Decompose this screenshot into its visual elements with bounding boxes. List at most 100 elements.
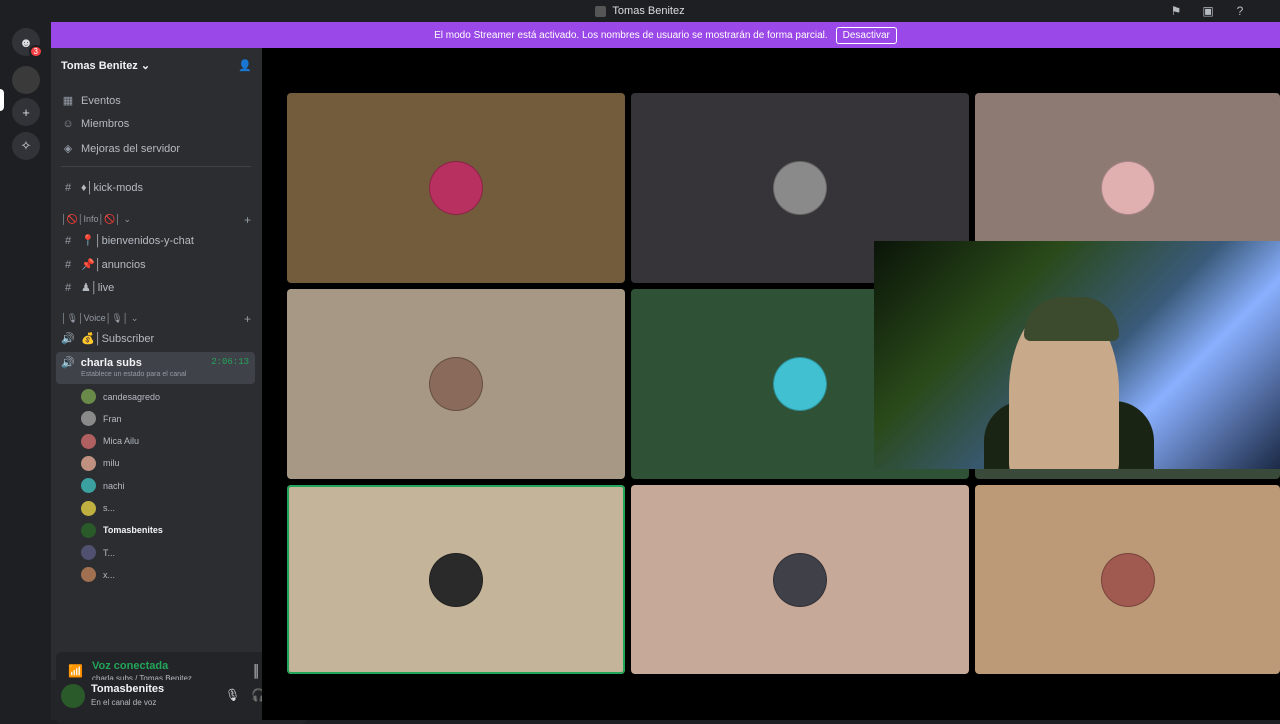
plus-icon: + bbox=[22, 104, 30, 120]
streamer-mode-banner: El modo Streamer está activado. Los nomb… bbox=[51, 22, 1280, 48]
participant-avatar bbox=[1100, 552, 1155, 607]
boost-icon: ◈ bbox=[63, 143, 73, 155]
voice-member[interactable]: candesagredo bbox=[81, 389, 160, 404]
video-tile[interactable] bbox=[287, 93, 625, 283]
category-voice[interactable]: │🎙│Voice│🎙│ ⌄ + bbox=[61, 312, 251, 326]
voice-member[interactable]: s... bbox=[81, 500, 115, 516]
participant-avatar bbox=[429, 357, 483, 411]
home-button[interactable]: ☻ 3 bbox=[12, 28, 43, 58]
screen-share-stream[interactable] bbox=[874, 241, 1280, 469]
inbox-icon[interactable]: ▣ bbox=[1200, 3, 1216, 19]
participant-avatar bbox=[429, 161, 483, 215]
hashtag-icon: # bbox=[64, 234, 72, 247]
avatar bbox=[81, 478, 96, 494]
avatar bbox=[81, 567, 96, 583]
channel-label: 📌│anuncios bbox=[81, 259, 146, 271]
microphone-icon[interactable]: 🎙 bbox=[225, 688, 240, 702]
channel-subscriber[interactable]: 🔊 💰│Subscriber bbox=[61, 332, 154, 345]
avatar bbox=[81, 433, 96, 449]
help-icon[interactable]: ? bbox=[1232, 3, 1248, 19]
member-name: T... bbox=[103, 547, 116, 558]
nav-boosts-label: Mejoras del servidor bbox=[81, 142, 181, 155]
avatar bbox=[81, 411, 96, 427]
video-tile[interactable] bbox=[631, 485, 969, 674]
voice-member[interactable]: Fran bbox=[81, 411, 122, 427]
speaker-icon: 🔊 bbox=[61, 357, 75, 369]
video-tile[interactable] bbox=[975, 485, 1280, 674]
channel-announcements[interactable]: # 📌│anuncios bbox=[61, 258, 146, 272]
voice-member[interactable]: nachi bbox=[81, 478, 125, 494]
video-tile[interactable] bbox=[287, 485, 625, 674]
hashtag-icon: # bbox=[64, 182, 72, 194]
hashtag-icon: # bbox=[64, 258, 72, 271]
add-channel-icon[interactable]: + bbox=[244, 213, 251, 227]
server-icon[interactable] bbox=[12, 66, 40, 94]
category-label: │🎙│Voice│🎙│ bbox=[61, 313, 129, 323]
voice-status-text[interactable]: Establece un estado para el canal bbox=[81, 371, 186, 378]
user-status: En el canal de voz bbox=[91, 698, 157, 707]
user-avatar[interactable] bbox=[61, 684, 85, 708]
avatar bbox=[81, 455, 96, 471]
voice-member[interactable]: milu bbox=[81, 455, 120, 471]
title-bar: Tomas Benitez ⚑ ▣ ? bbox=[0, 0, 1280, 22]
chevron-down-icon: ⌄ bbox=[140, 59, 151, 72]
server-rail: ☻ 3 + ✧ bbox=[0, 22, 51, 720]
nav-events[interactable]: ▦ Eventos bbox=[61, 94, 121, 108]
channel-sidebar: Tomas Benitez ⌄ 👤 ▦ Eventos ☺ Miembros ◈ Me… bbox=[51, 48, 313, 724]
speaker-icon: 🔊 bbox=[61, 333, 75, 345]
flag-icon[interactable]: ⚑ bbox=[1168, 3, 1184, 19]
member-name: Fran bbox=[103, 413, 122, 424]
calendar-icon: ▦ bbox=[62, 95, 74, 107]
category-label: │🚫│Info│🚫│ bbox=[61, 214, 121, 224]
participant-avatar bbox=[1100, 161, 1155, 215]
voice-timer: 2:06:13 bbox=[211, 357, 249, 367]
member-name: x... bbox=[103, 569, 116, 580]
members-icon: ☺ bbox=[62, 118, 74, 130]
nav-members-label: Miembros bbox=[81, 118, 130, 130]
avatar bbox=[81, 500, 96, 516]
divider bbox=[61, 166, 251, 167]
noise-suppression-icon[interactable]: ║ bbox=[252, 664, 261, 678]
voice-channel-active[interactable]: 🔊 charla subs 2:06:13 Establece un estad… bbox=[56, 352, 255, 384]
voice-channel-name: charla subs bbox=[80, 356, 142, 369]
avatar bbox=[81, 389, 96, 404]
member-name: Tomasbenites bbox=[103, 525, 163, 536]
voice-member[interactable]: Mica Ailu bbox=[81, 433, 139, 449]
member-name: milu bbox=[103, 458, 120, 469]
notification-badge: 3 bbox=[28, 45, 43, 58]
member-name: candesagredo bbox=[103, 391, 161, 402]
add-server-button[interactable]: + bbox=[12, 98, 40, 126]
channel-live[interactable]: # ♟│live bbox=[61, 281, 114, 295]
participant-avatar bbox=[429, 552, 483, 607]
selected-server-pill bbox=[0, 89, 4, 111]
voice-member[interactable]: x... bbox=[81, 567, 116, 583]
signal-icon: 📶 bbox=[68, 664, 83, 678]
app-icon bbox=[595, 5, 607, 17]
voice-member[interactable]: T... bbox=[81, 545, 116, 561]
category-info[interactable]: │🚫│Info│🚫│ ⌄ + bbox=[61, 213, 251, 227]
disable-streamer-button[interactable]: Desactivar bbox=[835, 26, 897, 44]
avatar bbox=[81, 545, 96, 561]
voice-status[interactable]: Voz conectada bbox=[92, 660, 168, 672]
add-channel-icon[interactable]: + bbox=[244, 312, 251, 326]
hashtag-icon: # bbox=[64, 281, 72, 294]
discover-button[interactable]: ✧ bbox=[12, 132, 40, 160]
banner-text: El modo Streamer está activado. Los nomb… bbox=[434, 29, 828, 41]
nav-boosts[interactable]: ◈ Mejoras del servidor bbox=[61, 142, 181, 156]
channel-label: 📍│bienvenidos-y-chat bbox=[81, 235, 194, 247]
voice-member[interactable]: Tomasbenites bbox=[81, 522, 163, 538]
video-tile[interactable] bbox=[287, 289, 625, 479]
participant-avatar bbox=[773, 357, 827, 411]
channel-kick-mods[interactable]: # ♦│kick-mods bbox=[61, 182, 143, 194]
nav-events-label: Eventos bbox=[81, 94, 121, 107]
invite-icon[interactable]: 👤 bbox=[238, 59, 252, 72]
stream-cap bbox=[1024, 297, 1119, 341]
channel-label: 💰│Subscriber bbox=[81, 333, 155, 345]
compass-icon: ✧ bbox=[20, 138, 32, 153]
nav-members[interactable]: ☺ Miembros bbox=[61, 118, 129, 130]
member-name: nachi bbox=[103, 480, 125, 491]
server-header[interactable]: Tomas Benitez ⌄ 👤 bbox=[51, 48, 262, 82]
user-name[interactable]: Tomasbenites bbox=[91, 683, 164, 695]
channel-welcome[interactable]: # 📍│bienvenidos-y-chat bbox=[61, 234, 194, 248]
participant-avatar bbox=[773, 161, 827, 215]
